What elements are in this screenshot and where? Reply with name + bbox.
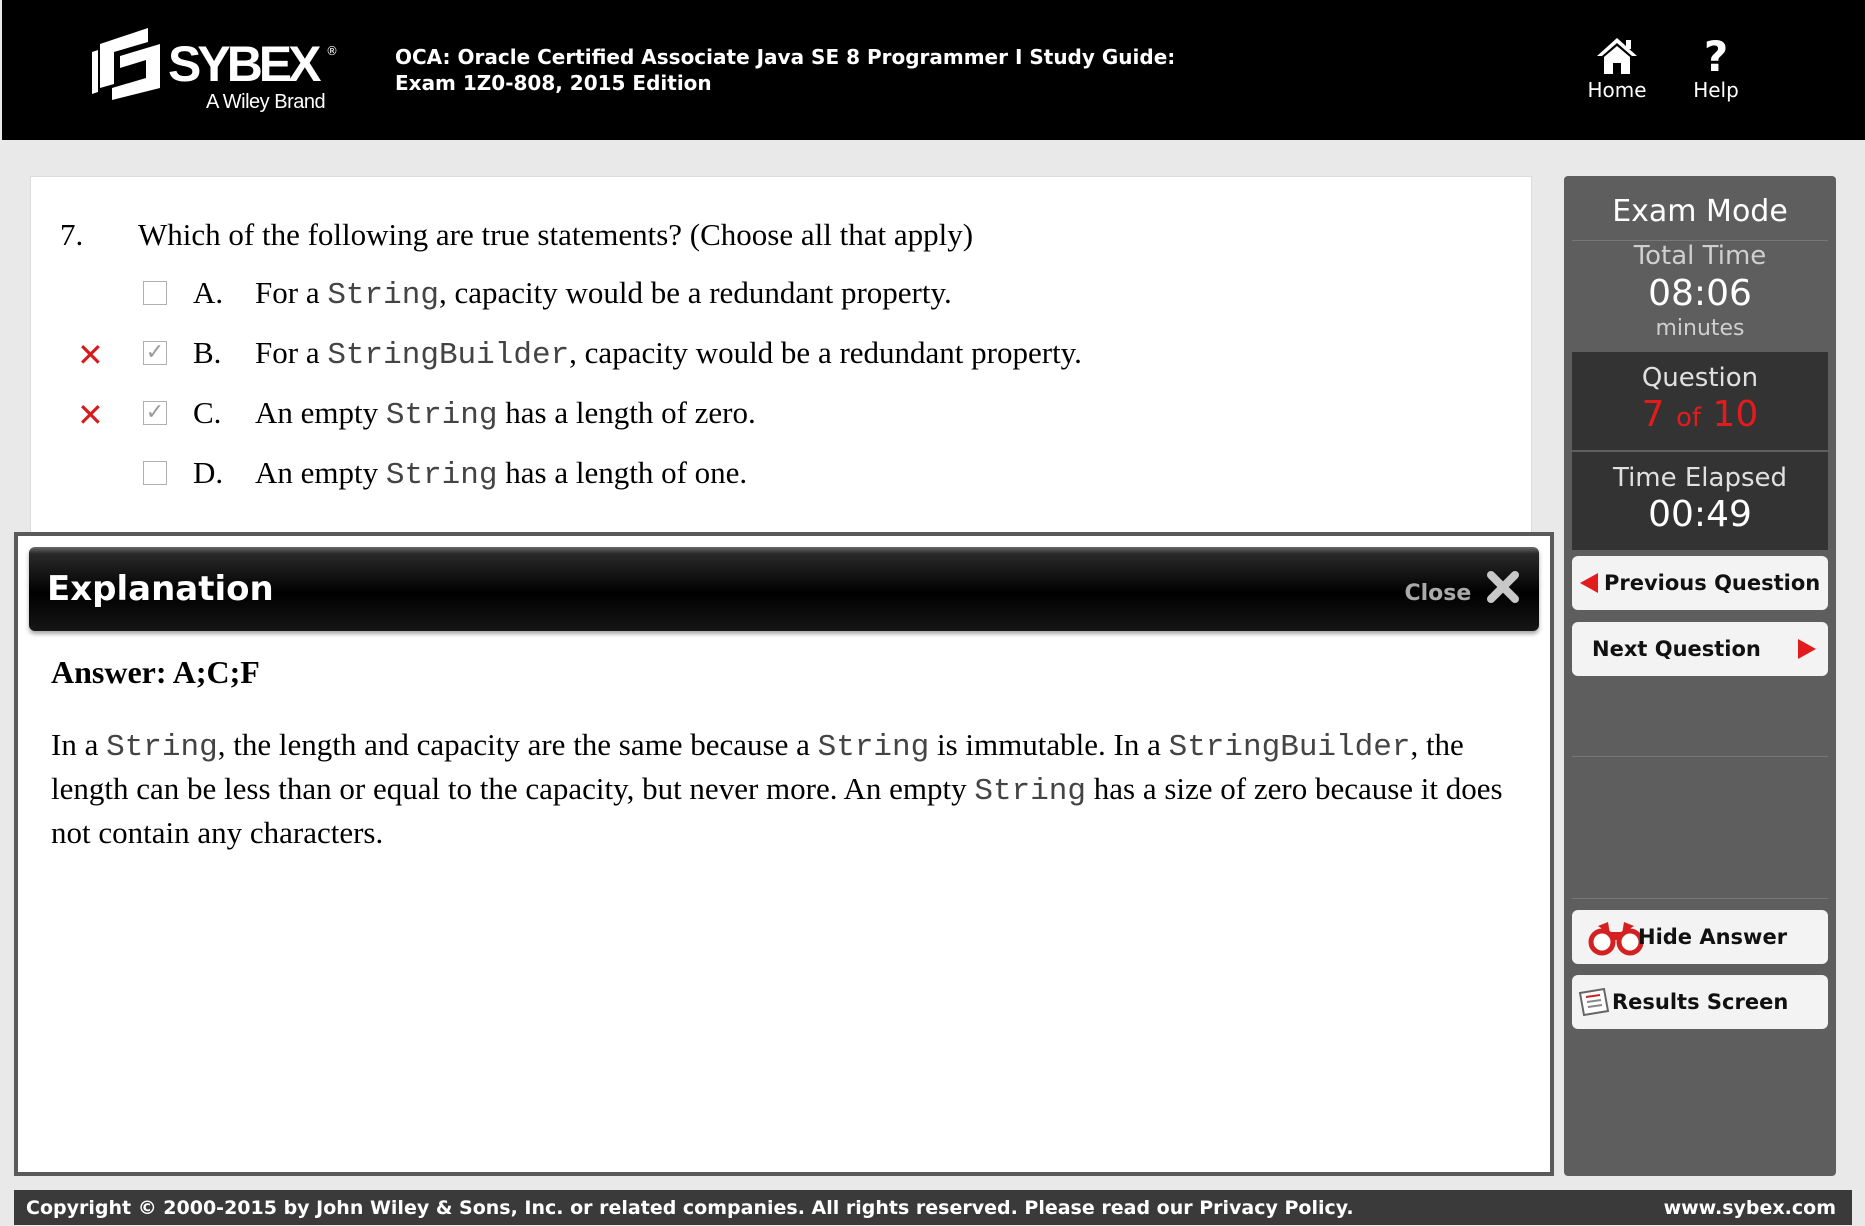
arrow-left-icon: [1580, 573, 1598, 593]
option-d-checkbox[interactable]: [143, 461, 167, 485]
code-string: String: [327, 278, 439, 313]
close-button[interactable]: Close: [1405, 569, 1522, 609]
home-button[interactable]: Home: [1582, 36, 1652, 102]
option-text: An empty String has a length of zero.: [255, 395, 756, 433]
home-label: Home: [1587, 78, 1647, 102]
sybex-logo: SYBEX ® A Wiley Brand: [90, 22, 340, 118]
total-time-value: 08:06: [1648, 273, 1752, 314]
total-time: Total Time 08:06 minutes: [1564, 240, 1836, 342]
binoculars-icon: [1588, 922, 1644, 956]
help-label: Help: [1693, 78, 1739, 102]
time-elapsed-label: Time Elapsed: [1612, 463, 1788, 493]
results-report-icon: [1578, 987, 1610, 1017]
logo-tagline: A Wiley Brand: [206, 91, 326, 113]
option-b[interactable]: ✕ ✓ B. For a StringBuilder, capacity wou…: [31, 333, 1531, 383]
arrow-right-icon: [1798, 639, 1816, 659]
explanation-titlebar: Explanation Close: [29, 547, 1539, 631]
divider: [1572, 756, 1828, 757]
option-letter: C.: [193, 395, 222, 430]
close-icon: [1485, 569, 1521, 619]
book-title-line-1: OCA: Oracle Certified Associate Java SE …: [395, 45, 1176, 69]
question-progress: 7 of 10: [1641, 394, 1759, 435]
code-string: String: [106, 730, 218, 765]
question-counter-label: Question: [1641, 363, 1759, 393]
option-c-checkbox[interactable]: ✓: [143, 401, 167, 425]
book-title-line-2: Exam 1Z0-808, 2015 Edition: [395, 71, 712, 95]
total-time-unit: minutes: [1655, 316, 1745, 341]
explanation-title: Explanation: [47, 569, 274, 609]
help-icon: ?: [1703, 32, 1729, 81]
option-letter: D.: [193, 455, 224, 490]
code-string: StringBuilder: [327, 338, 570, 373]
help-button[interactable]: ? Help: [1686, 32, 1746, 103]
book-title: OCA: Oracle Certified Associate Java SE …: [395, 44, 1175, 96]
question-panel: 7. Which of the following are true state…: [30, 176, 1532, 538]
exam-sidebar: Exam Mode Total Time 08:06 minutes Quest…: [1564, 176, 1836, 1176]
exam-mode-title: Exam Mode: [1612, 194, 1788, 229]
hide-answer-label: Hide Answer: [1638, 925, 1788, 949]
footer: Copyright © 2000-2015 by John Wiley & So…: [14, 1190, 1852, 1225]
previous-question-button[interactable]: Previous Question: [1572, 556, 1828, 610]
code-string: String: [974, 774, 1087, 809]
total-time-label: Total Time: [1633, 241, 1767, 271]
results-screen-button[interactable]: Results Screen: [1572, 975, 1828, 1029]
question-counter: Question 7 of 10: [1572, 352, 1828, 450]
next-question-button[interactable]: Next Question: [1572, 622, 1828, 676]
option-text: An empty String has a length of one.: [255, 455, 748, 493]
option-letter: B.: [193, 335, 222, 370]
question-text: Which of the following are true statemen…: [138, 217, 974, 252]
option-d[interactable]: ✕ D. An empty String has a length of one…: [31, 453, 1531, 503]
next-question-label: Next Question: [1592, 637, 1761, 661]
explanation-text: In a String, the length and capacity are…: [51, 727, 1503, 850]
option-text: For a StringBuilder, capacity would be a…: [255, 335, 1082, 373]
question-number: 7.: [60, 217, 84, 252]
sybex-logo-mark-icon: [92, 28, 160, 100]
wrong-mark-icon: ✕: [77, 336, 104, 374]
code-string: StringBuilder: [1168, 730, 1411, 765]
logo-wordmark: SYBEX: [168, 36, 322, 92]
registered-mark-icon: ®: [326, 44, 338, 58]
code-string: String: [817, 730, 930, 765]
previous-question-label: Previous Question: [1604, 571, 1821, 595]
time-elapsed: Time Elapsed 00:49: [1572, 452, 1828, 550]
divider: [1572, 898, 1828, 899]
option-a[interactable]: ✕ A. For a String, capacity would be a r…: [31, 273, 1531, 323]
results-screen-label: Results Screen: [1612, 990, 1789, 1014]
option-a-checkbox[interactable]: [143, 281, 167, 305]
answer-key: Answer: A;C;F: [51, 654, 260, 690]
code-string: String: [385, 398, 498, 433]
code-string: String: [385, 458, 498, 493]
hide-answer-button[interactable]: Hide Answer: [1572, 910, 1828, 964]
sybex-website-link[interactable]: www.sybex.com: [1664, 1190, 1836, 1226]
option-c[interactable]: ✕ ✓ C. An empty String has a length of z…: [31, 393, 1531, 443]
wrong-mark-icon: ✕: [77, 396, 104, 434]
option-text: For a String, capacity would be a redund…: [255, 275, 952, 313]
close-label: Close: [1404, 581, 1472, 606]
home-icon: [1582, 36, 1652, 78]
explanation-dialog: Explanation Close Answer: A;C;F In a Str…: [14, 532, 1554, 1176]
copyright-text[interactable]: Copyright © 2000-2015 by John Wiley & So…: [26, 1190, 1354, 1226]
app-header: SYBEX ® A Wiley Brand OCA: Oracle Certif…: [2, 0, 1865, 140]
time-elapsed-value: 00:49: [1648, 494, 1752, 535]
option-b-checkbox[interactable]: ✓: [143, 341, 167, 365]
option-letter: A.: [193, 275, 224, 310]
